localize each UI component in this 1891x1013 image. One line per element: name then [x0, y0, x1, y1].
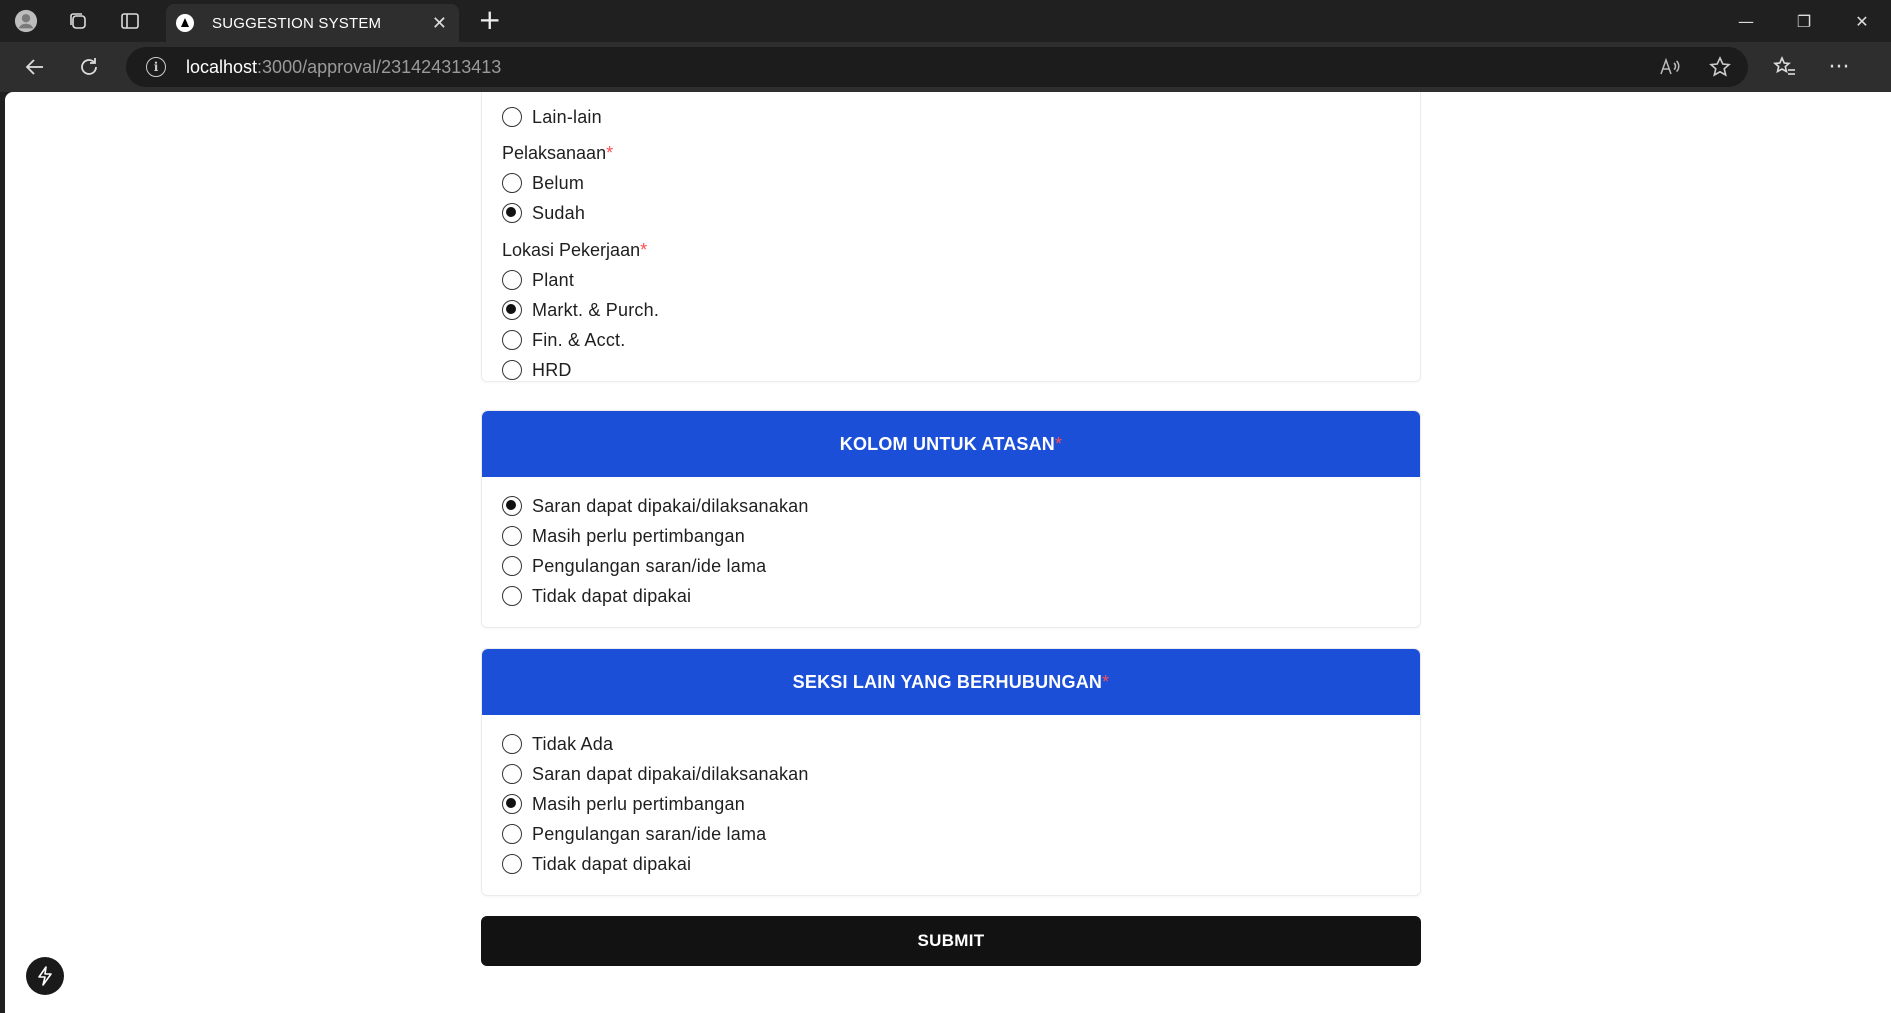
page-viewport: Lain-lain Pelaksanaan* Belum Sudah Lokas…: [5, 92, 1891, 1013]
radio-button[interactable]: [502, 270, 522, 290]
radio-option-fin-acct[interactable]: Fin. & Acct.: [502, 325, 625, 355]
radio-label: Tidak dapat dipakai: [532, 853, 692, 874]
radio-option-hrd[interactable]: HRD: [502, 355, 572, 385]
radio-button[interactable]: [502, 203, 522, 223]
pelaksanaan-label: Pelaksanaan*: [502, 143, 613, 164]
seksi-title: SEKSI LAIN YANG BERHUBUNGAN: [792, 671, 1103, 692]
read-aloud-icon[interactable]: [1658, 55, 1682, 79]
radio-button[interactable]: [502, 360, 522, 380]
seksi-card-header: SEKSI LAIN YANG BERHUBUNGAN *: [482, 649, 1420, 715]
radio-option-seksi-1[interactable]: Tidak Ada: [502, 729, 613, 759]
radio-option-plant[interactable]: Plant: [502, 265, 574, 295]
tab-actions-icon[interactable]: [118, 9, 142, 33]
site-favicon-icon: [176, 14, 194, 32]
radio-option-seksi-3[interactable]: Masih perlu pertimbangan: [502, 789, 745, 819]
close-icon[interactable]: ✕: [432, 13, 447, 34]
radio-option-seksi-5[interactable]: Tidak dapat dipakai: [502, 849, 691, 879]
radio-label: Pengulangan saran/ide lama: [532, 555, 767, 576]
radio-option-atasan-4[interactable]: Tidak dapat dipakai: [502, 581, 691, 611]
radio-label: Pengulangan saran/ide lama: [532, 823, 767, 844]
radio-option-seksi-4[interactable]: Pengulangan saran/ide lama: [502, 819, 766, 849]
radio-button[interactable]: [502, 854, 522, 874]
radio-option-seksi-2[interactable]: Saran dapat dipakai/dilaksanakan: [502, 759, 809, 789]
radio-label: Markt. & Purch.: [532, 299, 660, 320]
required-mark: *: [1102, 671, 1110, 692]
required-mark: *: [606, 143, 614, 163]
url-path: :3000/approval/231424313413: [257, 56, 502, 77]
minimize-icon[interactable]: —: [1717, 0, 1775, 42]
radio-option-atasan-2[interactable]: Masih perlu pertimbangan: [502, 521, 745, 551]
radio-label: Masih perlu pertimbangan: [532, 525, 745, 546]
radio-button[interactable]: [502, 556, 522, 576]
radio-button[interactable]: [502, 526, 522, 546]
radio-button[interactable]: [502, 764, 522, 784]
radio-button[interactable]: [502, 300, 522, 320]
url-host: localhost: [186, 56, 258, 77]
more-icon[interactable]: ···: [1824, 52, 1854, 82]
radio-button[interactable]: [502, 794, 522, 814]
radio-label: Saran dapat dipakai/dilaksanakan: [532, 495, 809, 516]
radio-button[interactable]: [502, 173, 522, 193]
back-icon[interactable]: [20, 52, 50, 82]
required-mark: *: [640, 240, 648, 260]
favorite-icon[interactable]: [1708, 55, 1732, 79]
required-mark: *: [1055, 433, 1063, 454]
radio-button[interactable]: [502, 496, 522, 516]
browser-tab-bar: SUGGESTION SYSTEM ✕ + — ❐ ✕: [0, 0, 1891, 42]
detail-card: Lain-lain Pelaksanaan* Belum Sudah Lokas…: [481, 92, 1421, 382]
radio-option-atasan-3[interactable]: Pengulangan saran/ide lama: [502, 551, 766, 581]
radio-label: HRD: [532, 359, 572, 380]
radio-button[interactable]: [502, 734, 522, 754]
radio-option-sudah[interactable]: Sudah: [502, 198, 585, 228]
radio-label: Tidak Ada: [532, 733, 614, 754]
radio-button[interactable]: [502, 824, 522, 844]
restore-icon[interactable]: ❐: [1775, 0, 1833, 42]
browser-nav-bar: i localhost:3000/approval/231424313413 ·…: [0, 42, 1891, 92]
radio-label: Plant: [532, 269, 575, 290]
atasan-card-header: KOLOM UNTUK ATASAN *: [482, 411, 1420, 477]
radio-label: Tidak dapat dipakai: [532, 585, 692, 606]
workspaces-icon[interactable]: [66, 9, 90, 33]
atasan-card: KOLOM UNTUK ATASAN * Saran dapat dipakai/…: [481, 410, 1421, 628]
atasan-title: KOLOM UNTUK ATASAN: [839, 433, 1056, 454]
radio-label: Masih perlu pertimbangan: [532, 793, 745, 814]
seksi-card: SEKSI LAIN YANG BERHUBUNGAN * Tidak Ada S…: [481, 648, 1421, 896]
lokasi-label-text: Lokasi Pekerjaan: [502, 240, 641, 260]
profile-icon[interactable]: [14, 9, 38, 33]
pelaksanaan-label-text: Pelaksanaan: [502, 143, 607, 163]
radio-label: Fin. & Acct.: [532, 329, 626, 350]
info-icon[interactable]: i: [146, 57, 166, 77]
lokasi-label: Lokasi Pekerjaan*: [502, 240, 647, 261]
radio-option-atasan-1[interactable]: Saran dapat dipakai/dilaksanakan: [502, 491, 809, 521]
address-bar[interactable]: i localhost:3000/approval/231424313413: [126, 47, 1748, 87]
radio-button[interactable]: [502, 330, 522, 350]
window-close-icon[interactable]: ✕: [1833, 0, 1891, 42]
flash-icon[interactable]: [26, 957, 64, 995]
tab-title: SUGGESTION SYSTEM: [212, 14, 382, 32]
radio-label: Belum: [532, 172, 585, 193]
radio-label: Lain-lain: [532, 106, 602, 127]
radio-option-belum[interactable]: Belum: [502, 168, 584, 198]
radio-option-lain-lain[interactable]: Lain-lain: [502, 102, 602, 132]
radio-label: Saran dapat dipakai/dilaksanakan: [532, 763, 809, 784]
new-tab-icon[interactable]: +: [478, 6, 501, 34]
radio-button[interactable]: [502, 107, 522, 127]
refresh-icon[interactable]: [74, 52, 104, 82]
active-tab[interactable]: SUGGESTION SYSTEM ✕: [166, 4, 459, 42]
radio-label: Sudah: [532, 202, 586, 223]
favorites-icon[interactable]: [1770, 52, 1800, 82]
url-text[interactable]: localhost:3000/approval/231424313413: [186, 57, 501, 78]
submit-button[interactable]: SUBMIT: [481, 916, 1421, 966]
window-controls: — ❐ ✕: [1717, 0, 1891, 42]
radio-option-markt-purch[interactable]: Markt. & Purch.: [502, 295, 659, 325]
radio-button[interactable]: [502, 586, 522, 606]
